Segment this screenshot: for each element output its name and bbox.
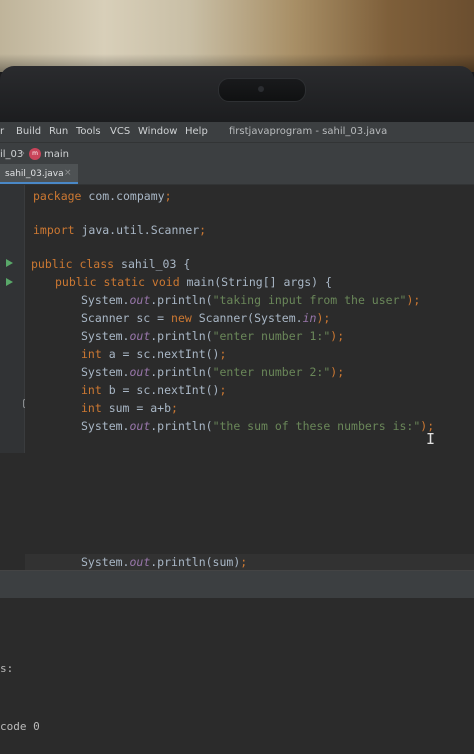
semicolon: );	[330, 329, 345, 343]
main-decl: main(String[] args) {	[179, 275, 332, 289]
menu-item-tools[interactable]: Tools	[76, 126, 101, 137]
assignment: a = sc.nextInt()	[101, 347, 220, 361]
system-ref: System.	[81, 329, 130, 343]
current-line-highlight: System.out.println(sum);	[25, 554, 474, 570]
code-line-int-b: int b = sc.nextInt();	[81, 383, 226, 397]
run-class-icon[interactable]	[6, 259, 13, 267]
semicolon: );	[330, 365, 345, 379]
menu-item-view[interactable]: r	[0, 126, 4, 137]
out-field: out	[129, 365, 151, 379]
menu-item-run[interactable]: Run	[49, 126, 68, 137]
semicolon: );	[406, 293, 421, 307]
menu-item-vcs[interactable]: VCS	[110, 126, 130, 137]
out-field: out	[129, 293, 151, 307]
breadcrumb-file[interactable]: il_03	[0, 149, 23, 160]
code-line-println-3: System.out.println("enter number 2:");	[81, 365, 344, 379]
menu-bar: r Build Run Tools VCS Window Help firstj…	[0, 122, 474, 142]
string-literal: "the sum of these numbers is:"	[212, 419, 421, 433]
keyword: public class	[31, 257, 115, 271]
semicolon: );	[316, 311, 331, 325]
code-line-import: import java.util.Scanner;	[33, 223, 206, 237]
keyword: import	[33, 223, 75, 237]
run-main-icon[interactable]	[6, 278, 13, 286]
editor-gutter	[0, 185, 25, 453]
window-title: firstjavaprogram - sahil_03.java	[229, 126, 388, 137]
keyword: int	[81, 401, 102, 415]
keyword: new	[171, 311, 192, 325]
string-literal: "taking input from the user"	[212, 293, 407, 307]
code-line-int-sum: int sum = a+b;	[81, 401, 178, 415]
code-line-scanner: Scanner sc = new Scanner(System.in);	[81, 311, 330, 325]
system-ref: System.	[81, 555, 130, 569]
breadcrumb-separator-icon: ›	[21, 148, 25, 159]
semicolon: ;	[219, 383, 227, 397]
out-field: out	[129, 555, 151, 569]
println-call: .println(	[150, 293, 213, 307]
tab-sahil-03[interactable]: sahil_03.java ×	[0, 164, 78, 184]
menu-item-help[interactable]: Help	[185, 126, 208, 137]
text-cursor-icon: I	[426, 430, 436, 448]
println-call: .println(	[150, 365, 213, 379]
class-decl: sahil_03 {	[114, 257, 191, 271]
code-line-println-1: System.out.println("taking input from th…	[81, 293, 420, 307]
code-line-println-2: System.out.println("enter number 1:");	[81, 329, 344, 343]
ide-window: r Build Run Tools VCS Window Help firstj…	[0, 122, 474, 754]
semicolon: ;	[171, 401, 178, 415]
assignment: sum = a+b	[101, 401, 172, 415]
console-exit-line: code 0	[0, 720, 40, 733]
semicolon: ;	[164, 189, 172, 203]
background-wall	[0, 0, 474, 72]
keyword: package	[33, 189, 82, 203]
system-ref: System.	[81, 293, 130, 307]
code-line-main: public static void main(String[] args) {	[55, 275, 332, 289]
package-name: com.compamy	[81, 189, 165, 203]
assignment: b = sc.nextInt()	[101, 383, 220, 397]
println-call: .println(	[150, 329, 213, 343]
scanner-ctor: Scanner(System.	[191, 311, 303, 325]
close-icon[interactable]: ×	[64, 168, 72, 178]
system-ref: System.	[81, 419, 130, 433]
breadcrumb: il_03 › m main	[0, 142, 474, 165]
out-field: out	[129, 419, 151, 433]
code-line-println-4: System.out.println("the sum of these num…	[81, 419, 434, 433]
code-line-int-a: int a = sc.nextInt();	[81, 347, 226, 361]
tab-label: sahil_03.java	[5, 169, 64, 179]
keyword: int	[81, 347, 102, 361]
menu-item-window[interactable]: Window	[138, 126, 177, 137]
run-panel-header	[0, 570, 474, 599]
println-call: .println(sum)	[150, 555, 241, 569]
scanner-decl: Scanner sc =	[81, 311, 172, 325]
import-name: java.util.Scanner	[74, 223, 200, 237]
method-icon: m	[29, 148, 41, 160]
semicolon: ;	[240, 555, 248, 569]
console-line: s:	[0, 662, 14, 675]
println-call: .println(	[150, 419, 213, 433]
code-line-class: public class sahil_03 {	[31, 257, 190, 271]
string-literal: "enter number 1:"	[212, 329, 331, 343]
println-sum: System.out.println(sum);	[81, 555, 247, 569]
code-content: package com.compamy; import java.util.Sc…	[25, 185, 434, 535]
webcam-lens	[258, 86, 264, 92]
run-console: s: code 0	[0, 598, 474, 754]
semicolon: ;	[219, 347, 227, 361]
code-editor[interactable]: package com.compamy; import java.util.Sc…	[25, 185, 474, 453]
code-line-package: package com.compamy;	[33, 189, 172, 203]
breadcrumb-method[interactable]: main	[44, 149, 69, 160]
out-field: out	[129, 329, 151, 343]
system-ref: System.	[81, 365, 130, 379]
semicolon: ;	[199, 223, 207, 237]
string-literal: "enter number 2:"	[212, 365, 331, 379]
editor-tab-bar: sahil_03.java ×	[0, 164, 474, 185]
menu-item-build[interactable]: Build	[16, 126, 41, 137]
keyword: public static void	[55, 275, 180, 289]
in-field: in	[302, 311, 317, 325]
keyword: int	[81, 383, 102, 397]
